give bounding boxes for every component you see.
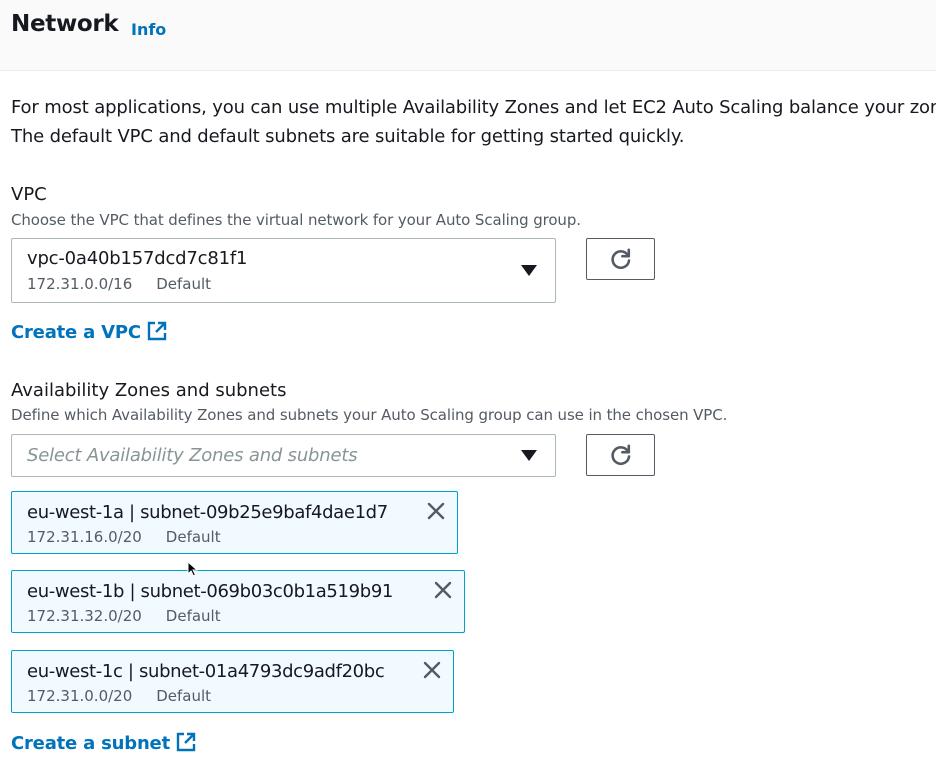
vpc-label: VPC xyxy=(11,184,47,205)
create-vpc-link[interactable]: Create a VPC xyxy=(11,321,167,343)
subnets-description: Define which Availability Zones and subn… xyxy=(11,406,728,424)
create-subnet-link-label: Create a subnet xyxy=(11,733,170,754)
subnets-refresh-button[interactable] xyxy=(586,434,655,476)
subnet-token-details: 172.31.16.0/20 Default xyxy=(27,528,221,546)
subnet-token: eu-west-1c | subnet-01a4793dc9adf20bc 17… xyxy=(11,650,454,713)
subnet-token: eu-west-1b | subnet-069b03c0b1a519b91 17… xyxy=(11,570,465,633)
section-header: Network Info xyxy=(0,0,936,71)
external-link-icon xyxy=(147,321,167,341)
subnet-token-title: eu-west-1c | subnet-01a4793dc9adf20bc xyxy=(27,661,385,682)
vpc-selected-id: vpc-0a40b157dcd7c81f1 xyxy=(27,248,248,269)
subnet-token-cidr: 172.31.0.0/20 xyxy=(27,687,133,705)
subnet-token-tag: Default xyxy=(165,528,221,546)
vpc-select[interactable]: vpc-0a40b157dcd7c81f1 172.31.0.0/16 Defau… xyxy=(11,238,556,303)
subnet-token-cidr: 172.31.32.0/20 xyxy=(27,607,142,625)
vpc-default-tag: Default xyxy=(156,275,212,293)
info-link[interactable]: Info xyxy=(131,20,166,39)
caret-down-icon xyxy=(521,265,537,276)
close-icon[interactable] xyxy=(426,501,446,521)
subnets-label: Availability Zones and subnets xyxy=(11,380,287,401)
subnet-token-title: eu-west-1b | subnet-069b03c0b1a519b91 xyxy=(27,581,394,602)
close-icon[interactable] xyxy=(422,660,442,680)
caret-down-icon xyxy=(521,450,537,461)
subnet-token-title: eu-west-1a | subnet-09b25e9baf4dae1d7 xyxy=(27,502,388,523)
section-title: Network xyxy=(11,11,119,37)
subnets-select[interactable]: Select Availability Zones and subnets xyxy=(11,434,556,477)
subnets-placeholder: Select Availability Zones and subnets xyxy=(27,445,358,466)
subnet-token-details: 172.31.0.0/20 Default xyxy=(27,687,211,705)
vpc-refresh-button[interactable] xyxy=(586,238,655,280)
subnet-token-cidr: 172.31.16.0/20 xyxy=(27,528,142,546)
refresh-icon xyxy=(610,248,630,270)
create-subnet-link[interactable]: Create a subnet xyxy=(11,732,196,754)
subnet-token: eu-west-1a | subnet-09b25e9baf4dae1d7 17… xyxy=(11,491,458,554)
refresh-icon xyxy=(610,444,630,466)
subnet-token-tag: Default xyxy=(165,607,221,625)
external-link-icon xyxy=(176,732,196,752)
intro-text: For most applications, you can use multi… xyxy=(11,97,936,147)
create-vpc-link-label: Create a VPC xyxy=(11,322,141,343)
vpc-selected-details: 172.31.0.0/16 Default xyxy=(27,275,211,293)
close-icon[interactable] xyxy=(433,580,453,600)
subnet-token-details: 172.31.32.0/20 Default xyxy=(27,607,221,625)
vpc-description: Choose the VPC that defines the virtual … xyxy=(11,211,581,229)
mouse-cursor-icon xyxy=(187,561,198,577)
vpc-cidr: 172.31.0.0/16 xyxy=(27,275,133,293)
subnet-token-tag: Default xyxy=(156,687,212,705)
